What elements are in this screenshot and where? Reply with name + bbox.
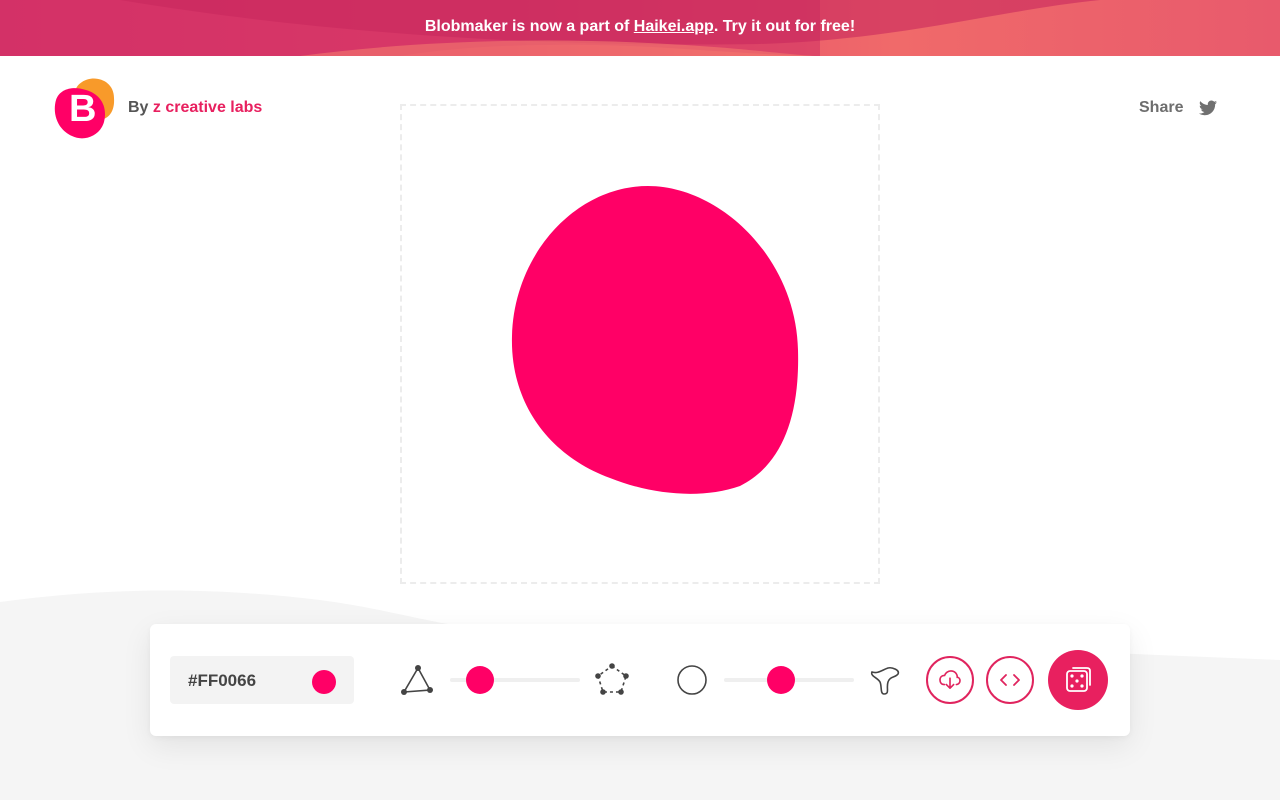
dice-icon <box>1066 667 1091 692</box>
color-swatch[interactable] <box>312 670 336 694</box>
banner-message: Blobmaker is now a part of Haikei.app. T… <box>0 18 1280 36</box>
share-label[interactable]: Share <box>1139 99 1183 117</box>
contrast-knob[interactable] <box>767 666 795 694</box>
pentagon-nodes-icon <box>595 663 629 695</box>
color-hex-value[interactable]: #FF0066 <box>188 671 256 691</box>
code-icon <box>1000 674 1020 686</box>
complexity-slider[interactable] <box>450 664 580 696</box>
by-label: By <box>128 99 153 116</box>
spiky-blob-icon <box>870 667 900 695</box>
haikei-link[interactable]: Haikei.app <box>634 18 714 35</box>
triangle-nodes-icon <box>401 665 433 695</box>
download-icon <box>939 670 961 689</box>
banner-suffix: . Try it out for free! <box>713 18 856 35</box>
top-banner: Blobmaker is now a part of Haikei.app. T… <box>0 0 1280 56</box>
by-line: By z creative labs <box>128 99 262 117</box>
banner-prefix: Blobmaker is now a part of <box>424 18 634 35</box>
contrast-slider[interactable] <box>724 664 854 696</box>
code-button[interactable] <box>986 656 1034 704</box>
color-input[interactable]: #FF0066 <box>170 656 354 704</box>
download-button[interactable] <box>926 656 974 704</box>
control-panel: #FF0066 <box>150 624 1130 736</box>
blob-shape <box>511 186 799 494</box>
svg-text:B: B <box>69 88 96 130</box>
blob-canvas <box>400 104 880 584</box>
blobmaker-logo[interactable]: B <box>52 76 116 140</box>
randomize-button[interactable] <box>1048 650 1108 710</box>
circle-icon <box>677 665 707 695</box>
z-creative-labs-link[interactable]: z creative labs <box>153 99 262 116</box>
complexity-knob[interactable] <box>466 666 494 694</box>
twitter-icon[interactable] <box>1199 100 1217 116</box>
